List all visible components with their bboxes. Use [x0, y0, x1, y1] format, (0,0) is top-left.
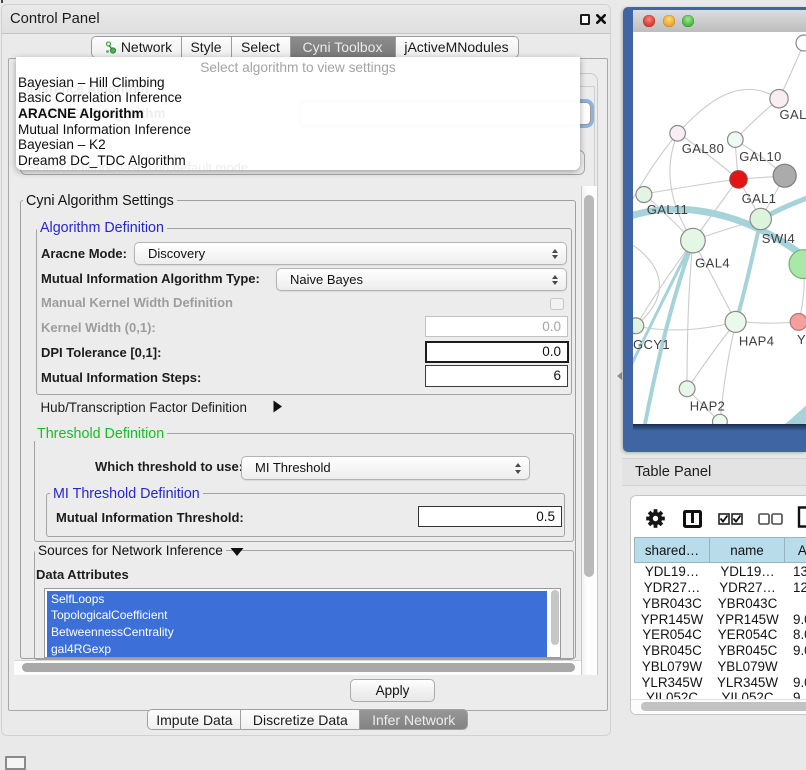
svg-text:GAL11: GAL11	[647, 202, 689, 217]
svg-text:SWI4: SWI4	[762, 231, 795, 246]
svg-text:GAL4: GAL4	[695, 256, 730, 271]
svg-text:GAL80: GAL80	[682, 141, 724, 156]
svg-text:GAL10: GAL10	[739, 149, 781, 164]
svg-text:HAP2: HAP2	[690, 398, 726, 413]
svg-text:GAL: GAL	[780, 107, 806, 122]
svg-text:HAP4: HAP4	[739, 334, 775, 349]
svg-text:GAL1: GAL1	[742, 191, 777, 206]
svg-text:GCY1: GCY1	[633, 337, 670, 352]
svg-text:Y: Y	[797, 332, 806, 347]
